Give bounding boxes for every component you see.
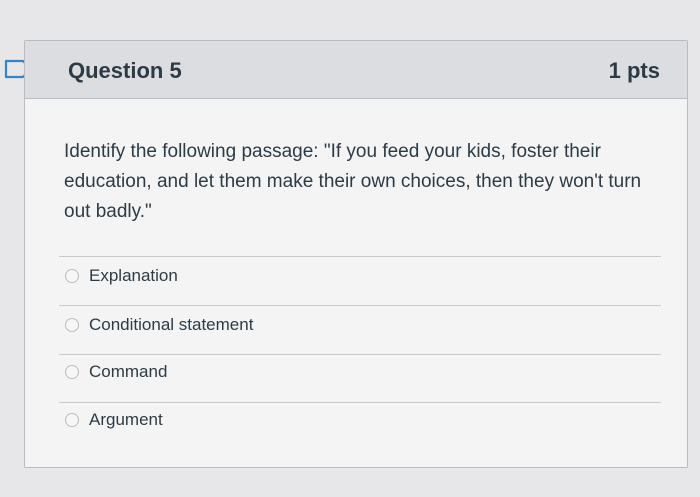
question-header: Question 5 1 pts <box>25 41 687 99</box>
answer-option-explanation[interactable]: Explanation <box>65 264 178 288</box>
radio-button-icon[interactable] <box>65 365 79 379</box>
question-text: Identify the following passage: "If you … <box>64 141 642 222</box>
answer-divider <box>59 402 661 403</box>
answer-label: Conditional statement <box>89 315 254 334</box>
radio-button-icon[interactable] <box>65 269 79 283</box>
answer-divider <box>59 256 661 257</box>
answer-label: Command <box>89 362 168 381</box>
answer-option-argument[interactable]: Argument <box>65 408 163 432</box>
radio-button-icon[interactable] <box>65 318 79 332</box>
answer-option-conditional-statement[interactable]: Conditional statement <box>65 313 253 337</box>
answer-label: Explanation <box>89 266 178 285</box>
answer-label: Argument <box>89 410 163 429</box>
question-title: Question 5 <box>68 58 182 83</box>
radio-button-icon[interactable] <box>65 413 79 427</box>
question-card: Question 5 1 pts Identify the following … <box>24 40 688 468</box>
question-points: 1 pts <box>608 58 660 83</box>
answer-divider <box>59 354 661 355</box>
answer-divider <box>59 305 661 306</box>
answer-option-command[interactable]: Command <box>65 360 167 384</box>
